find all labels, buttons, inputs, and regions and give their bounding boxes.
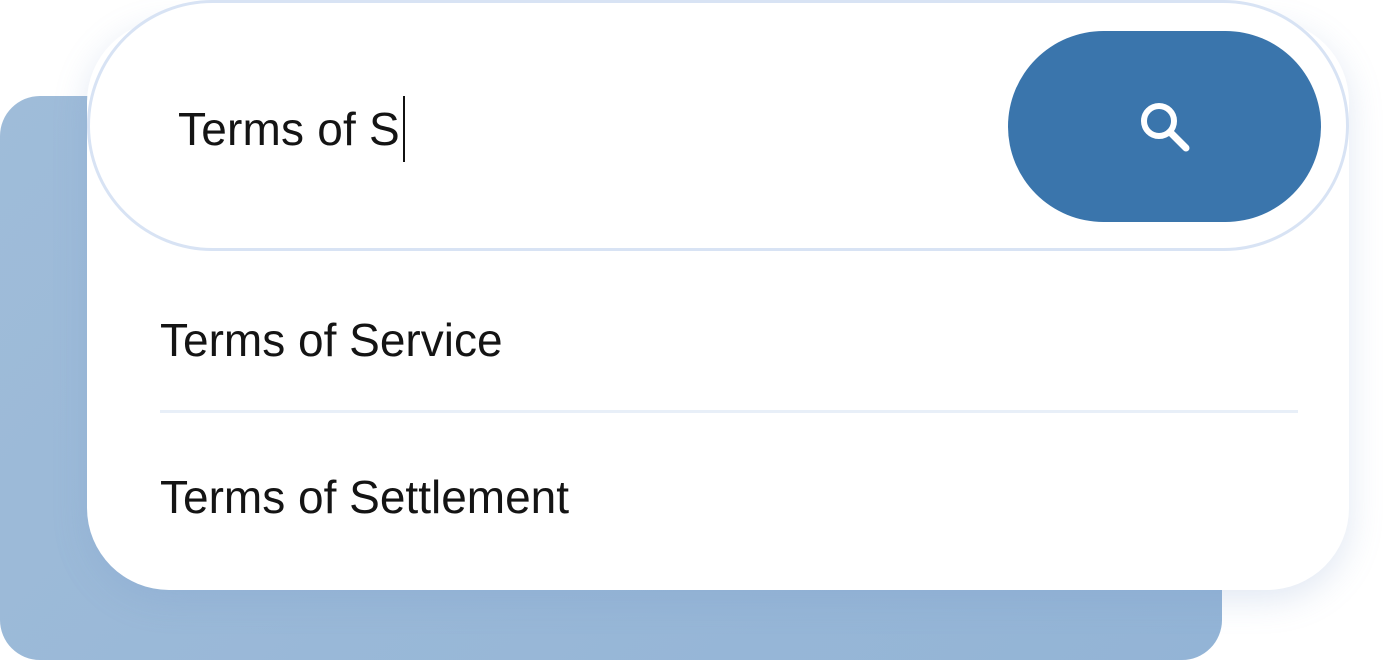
suggestion-label: Terms of Settlement: [160, 471, 570, 523]
search-input[interactable]: Terms of S: [178, 91, 405, 167]
search-query: Terms of S: [178, 103, 400, 155]
search-widget: Terms of Service Terms of Settlement Ter…: [0, 0, 1395, 660]
text-caret: [402, 96, 405, 162]
suggestion-list: Terms of Service Terms of Settlement: [160, 270, 1298, 581]
search-bar: Terms of S: [87, 0, 1349, 251]
suggestion-label: Terms of Service: [160, 314, 503, 366]
search-icon: [1135, 97, 1195, 157]
suggestion-item[interactable]: Terms of Settlement: [160, 413, 1298, 581]
suggestion-item[interactable]: Terms of Service: [160, 270, 1298, 410]
search-button[interactable]: [1008, 31, 1321, 222]
